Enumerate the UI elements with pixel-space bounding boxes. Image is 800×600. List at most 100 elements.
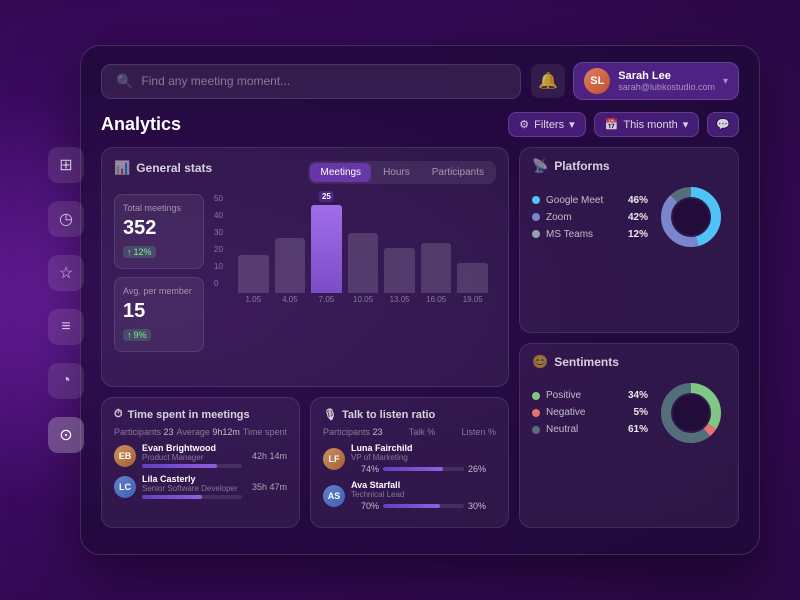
general-stats-card: 📊 General stats Meetings Hours Participa…: [101, 147, 509, 387]
avg-value: 15: [123, 300, 195, 323]
time-spent-label: Time spent: [243, 427, 287, 437]
calendar-icon: 📅: [605, 118, 619, 131]
tab-participants[interactable]: Participants: [422, 163, 494, 182]
nav-settings[interactable]: ⊙: [48, 417, 84, 453]
sentiments-card: 😊 Sentiments Positive 34% Negative: [519, 343, 739, 529]
person-role-lila: Senior Software Developer: [142, 484, 242, 493]
stats-tabs: Meetings Hours Participants: [308, 161, 496, 184]
negative-dot: [532, 409, 540, 417]
person-role-evan: Product Manager: [142, 453, 242, 462]
search-icon: 🔍: [116, 73, 133, 90]
ratio-name-luna: Luna Fairchild: [351, 443, 496, 453]
bar-3-highlight: 25 7.05: [311, 205, 342, 304]
positive-dot: [532, 392, 540, 400]
nav-home[interactable]: ⊞: [48, 147, 84, 183]
time-value-evan: 42h 14m: [252, 451, 287, 461]
time-spent-card: ⏱ Time spent in meetings Participants 23…: [101, 397, 300, 528]
y-label-40: 40: [214, 211, 223, 220]
filters-button[interactable]: ⚙ Filters ▾: [508, 112, 585, 137]
tab-meetings[interactable]: Meetings: [310, 163, 371, 182]
progress-fill-lila: [142, 495, 202, 499]
bar-1: 1.05: [238, 255, 269, 304]
total-meetings-change: ↑ 12%: [123, 246, 156, 258]
analytics-header: Analytics ⚙ Filters ▾ 📅 This month ▾ 💬: [101, 112, 739, 137]
nav-star[interactable]: ☆: [48, 255, 84, 291]
arrow-up-icon: ↑: [127, 247, 132, 257]
tab-hours[interactable]: Hours: [373, 163, 420, 182]
ratio-meta: Participants 23 Talk % Listen %: [323, 427, 496, 437]
ratio-header: 🎙 Talk to listen ratio: [323, 408, 496, 421]
notification-button[interactable]: 🔔: [531, 64, 565, 98]
nav-clock[interactable]: ◔: [48, 363, 84, 399]
bar-value-3: 25: [311, 205, 342, 293]
user-menu[interactable]: SL Sarah Lee sarah@lubkostudio.com ▾: [573, 62, 739, 100]
talk-label: Talk %: [409, 427, 436, 437]
ratio-participants-label: Participants 23: [323, 427, 383, 437]
bar-value-6: [421, 243, 452, 293]
ratio-bars-luna: 74% 26%: [351, 464, 496, 474]
time-title: ⏱ Time spent in meetings: [114, 408, 250, 421]
page-title: Analytics: [101, 114, 181, 135]
sentiment-positive: Positive 34%: [532, 390, 648, 401]
time-meta: Participants 23 Average 9h12m Time spent: [114, 427, 287, 437]
platforms-title: 📡 Platforms: [532, 158, 726, 174]
chat-button[interactable]: 💬: [707, 112, 739, 137]
left-column: 📊 General stats Meetings Hours Participa…: [101, 147, 509, 528]
bar-value-4: [348, 233, 379, 293]
googlemeet-name: Google Meet: [546, 195, 622, 206]
msteams-pct: 12%: [628, 229, 648, 240]
time-value-lila: 35h 47m: [252, 482, 287, 492]
date-button[interactable]: 📅 This month ▾: [594, 112, 700, 137]
ratio-bars-ava: 70% 30%: [351, 501, 496, 511]
chat-icon: 💬: [716, 118, 730, 131]
googlemeet-dot: [532, 196, 540, 204]
positive-label: Positive: [546, 390, 622, 401]
ratio-row-2: AS Ava Starfall Technical Lead 70% 30%: [323, 480, 496, 511]
sentiments-list: Positive 34% Negative 5% Neutral 61%: [532, 390, 648, 435]
sentiments-title: 😊 Sentiments: [532, 354, 726, 370]
avatar-luna: LF: [323, 448, 345, 470]
person-info-lila: Lila Casterly Senior Software Developer: [142, 474, 242, 499]
bar-chart: 50 40 30 20 10 0 1.05: [214, 194, 496, 352]
googlemeet-pct: 46%: [628, 195, 648, 206]
platforms-content: Google Meet 46% Zoom 42% MS Teams 12%: [532, 182, 726, 252]
msteams-dot: [532, 230, 540, 238]
total-meetings-box: Total meetings 352 ↑ 12%: [114, 194, 204, 269]
negative-label: Negative: [546, 407, 628, 418]
platforms-card: 📡 Platforms Google Meet 46% Zoom 42: [519, 147, 739, 333]
side-navigation: ⊞ ◷ ☆ ≡ ◔ ⊙: [48, 147, 84, 453]
average-label: Average 9h12m: [176, 427, 239, 437]
total-meetings-label: Total meetings: [123, 203, 195, 213]
avg-per-member-box: Avg. per member 15 ↑ 9%: [114, 277, 204, 352]
clock-icon: ⏱: [114, 408, 123, 421]
ratio-name-ava: Ava Starfall: [351, 480, 496, 490]
user-name: Sarah Lee: [618, 70, 715, 82]
positive-pct: 34%: [628, 390, 648, 401]
nav-menu[interactable]: ≡: [48, 309, 84, 345]
stats-header: 📊 General stats Meetings Hours Participa…: [114, 160, 496, 184]
progress-fill-evan: [142, 464, 217, 468]
person-name-evan: Evan Brightwood: [142, 443, 242, 453]
bar-4: 10.05: [348, 233, 379, 304]
talk-ratio-card: 🎙 Talk to listen ratio Participants 23 T…: [310, 397, 509, 528]
bar-2: 4.05: [275, 238, 306, 304]
zoom-name: Zoom: [546, 212, 622, 223]
participants-label: Participants 23: [114, 427, 174, 437]
y-label-30: 30: [214, 228, 223, 237]
nav-video[interactable]: ◷: [48, 201, 84, 237]
zoom-pct: 42%: [628, 212, 648, 223]
search-box[interactable]: 🔍 Find any meeting moment...: [101, 64, 521, 99]
header-actions: ⚙ Filters ▾ 📅 This month ▾ 💬: [508, 112, 739, 137]
bottom-row: ⏱ Time spent in meetings Participants 23…: [101, 397, 509, 528]
listen-label: Listen %: [461, 427, 496, 437]
search-placeholder: Find any meeting moment...: [141, 74, 290, 88]
zoom-dot: [532, 213, 540, 221]
user-email: sarah@lubkostudio.com: [618, 82, 715, 92]
ratio-role-ava: Technical Lead: [351, 490, 496, 499]
right-column: 📡 Platforms Google Meet 46% Zoom 42: [519, 147, 739, 528]
sentiment-neutral: Neutral 61%: [532, 424, 648, 435]
bar-value-5: [384, 248, 415, 293]
sentiments-donut: [656, 378, 726, 448]
avatar-ava: AS: [323, 485, 345, 507]
stats-title: 📊 General stats: [114, 160, 212, 176]
